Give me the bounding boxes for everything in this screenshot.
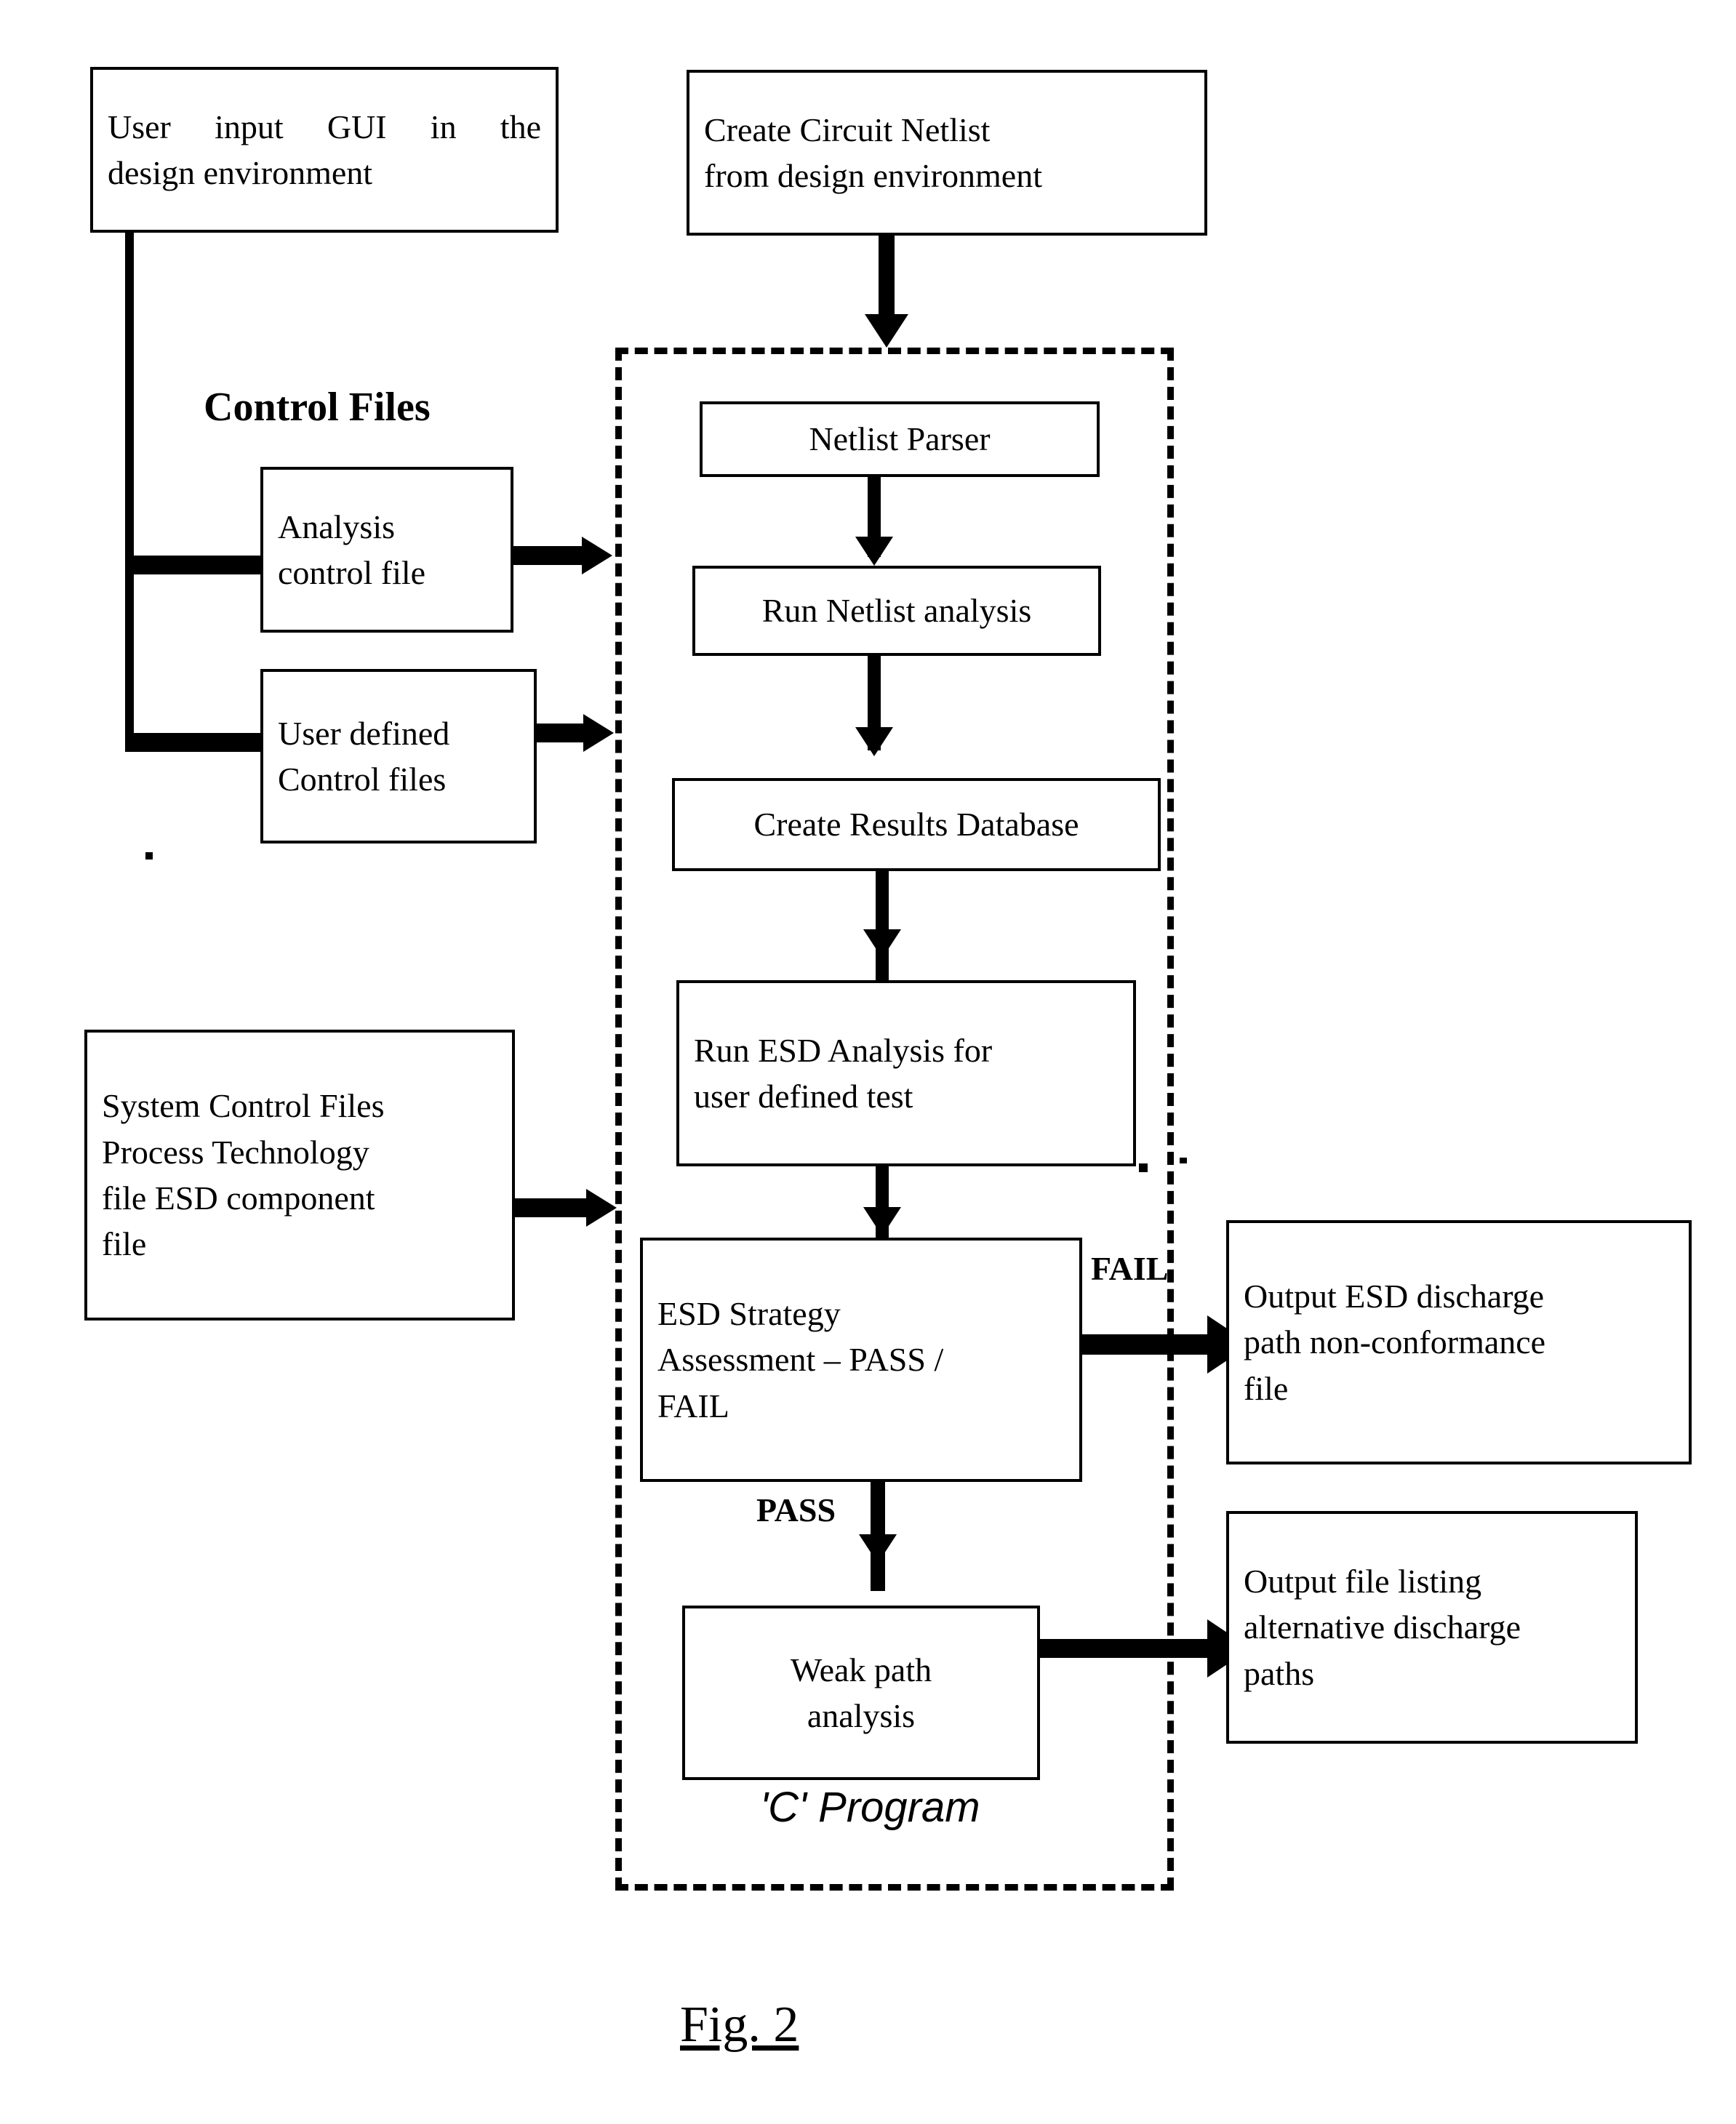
node-line: design environment bbox=[108, 154, 373, 191]
arrowhead-analysis-into-program bbox=[582, 537, 612, 574]
node-line: Weak path bbox=[790, 1651, 932, 1688]
node-line: file bbox=[102, 1225, 147, 1263]
node-line: System Control Files bbox=[102, 1087, 385, 1125]
node-create-circuit-netlist[interactable]: Create Circuit Netlist from design envir… bbox=[687, 70, 1207, 236]
figure-caption: Fig. 2 bbox=[680, 1997, 799, 2053]
node-line: Output ESD discharge bbox=[1244, 1277, 1545, 1315]
node-line: analysis bbox=[807, 1697, 916, 1734]
node-analysis-control-file[interactable]: Analysis control file bbox=[260, 467, 513, 633]
arrowhead-parser-to-run-analysis bbox=[855, 537, 893, 566]
node-output-alternative-paths[interactable]: Output file listing alternative discharg… bbox=[1226, 1511, 1638, 1744]
connector-weak-path-to-output bbox=[1040, 1639, 1228, 1658]
control-files-heading: Control Files bbox=[204, 385, 431, 430]
node-create-results-database[interactable]: Create Results Database bbox=[672, 778, 1161, 871]
scan-artifact-dot bbox=[145, 852, 153, 859]
node-line: Process Technology bbox=[102, 1133, 369, 1171]
node-line: Create Circuit Netlist bbox=[704, 111, 991, 148]
connector-assessment-fail bbox=[1082, 1334, 1226, 1355]
edge-label-fail: FAIL bbox=[1091, 1250, 1169, 1287]
node-line: Output file listing bbox=[1244, 1562, 1482, 1600]
node-line: file ESD component bbox=[102, 1179, 375, 1217]
arrowhead-esd-analysis-to-assessment bbox=[863, 1207, 901, 1236]
arrowhead-pass-to-weak-path bbox=[859, 1534, 897, 1563]
c-program-label: 'C' Program bbox=[760, 1784, 980, 1831]
node-line: user defined test bbox=[694, 1078, 913, 1115]
scan-artifact-dot bbox=[1139, 1163, 1148, 1172]
node-weak-path-analysis[interactable]: Weak path analysis bbox=[682, 1606, 1040, 1780]
arrowhead-system-control-into-program bbox=[586, 1189, 617, 1227]
node-line: Run Netlist analysis bbox=[761, 592, 1032, 630]
connector-system-control-to-program bbox=[515, 1198, 595, 1217]
arrowhead-user-defined-into-program bbox=[583, 714, 614, 752]
node-run-esd-analysis[interactable]: Run ESD Analysis for user defined test bbox=[676, 980, 1136, 1166]
node-output-nonconformance-file[interactable]: Output ESD discharge path non-conformanc… bbox=[1226, 1220, 1692, 1464]
node-line: alternative discharge bbox=[1244, 1608, 1521, 1646]
figure-canvas: 'C' Program User input GUI in the design… bbox=[0, 0, 1736, 2124]
node-line: Create Results Database bbox=[753, 806, 1079, 843]
node-line: Analysis bbox=[278, 508, 395, 545]
node-user-defined-control-files[interactable]: User defined Control files bbox=[260, 669, 537, 843]
node-line: paths bbox=[1244, 1654, 1315, 1692]
scan-artifact-dot bbox=[1180, 1158, 1187, 1163]
node-line: file bbox=[1244, 1369, 1289, 1407]
connector-analysis-to-program bbox=[513, 546, 589, 565]
node-line: from design environment bbox=[704, 157, 1043, 194]
node-run-netlist-analysis[interactable]: Run Netlist analysis bbox=[692, 566, 1101, 656]
node-esd-strategy-assessment[interactable]: ESD Strategy Assessment – PASS / FAIL bbox=[640, 1238, 1082, 1482]
node-user-input-gui[interactable]: User input GUI in the design environment bbox=[90, 67, 559, 233]
node-line: ESD Strategy bbox=[657, 1294, 841, 1332]
node-line: path non-conformance bbox=[1244, 1323, 1546, 1361]
arrowhead-netlist-into-program bbox=[865, 314, 908, 348]
node-line: Control files bbox=[278, 761, 447, 798]
node-line: User input GUI in the bbox=[108, 108, 541, 145]
arrowhead-run-analysis-to-results-db bbox=[855, 727, 893, 756]
connector-gui-spine bbox=[125, 233, 134, 742]
node-line: Run ESD Analysis for bbox=[694, 1031, 993, 1069]
node-line: Assessment – PASS / bbox=[657, 1341, 944, 1379]
edge-label-pass: PASS bbox=[756, 1491, 836, 1528]
connector-user-defined-to-program bbox=[537, 724, 591, 742]
node-line: FAIL bbox=[657, 1387, 729, 1424]
node-line: Netlist Parser bbox=[809, 420, 991, 458]
arrowhead-results-db-to-esd-analysis bbox=[863, 929, 901, 958]
node-line: User defined bbox=[278, 714, 450, 752]
node-netlist-parser[interactable]: Netlist Parser bbox=[700, 401, 1100, 477]
node-system-control-files[interactable]: System Control Files Process Technology … bbox=[84, 1030, 515, 1321]
node-line: control file bbox=[278, 554, 426, 591]
